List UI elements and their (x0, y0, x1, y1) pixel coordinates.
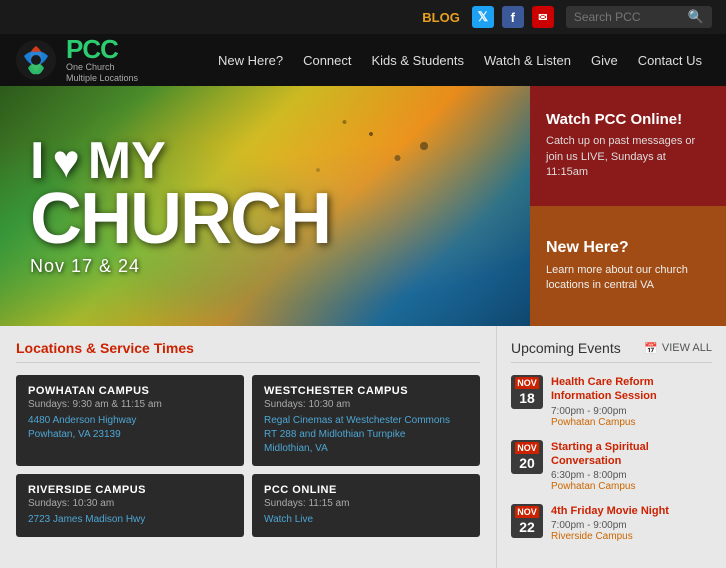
hero-side: Watch PCC Online! Catch up on past messa… (530, 86, 726, 326)
event-day: 22 (519, 518, 535, 536)
campus-times: Sundays: 11:15 am (264, 498, 468, 509)
top-bar: BLOG 𝕏 f ✉ 🔍 (0, 0, 726, 34)
campus-name: POWHATAN CAMPUS (28, 385, 232, 397)
event-info: Starting a Spiritual Conversation 6:30pm… (551, 440, 712, 493)
events-panel: Upcoming Events 📅 VIEW ALL NOV 18 Health… (496, 326, 726, 568)
event-time: 7:00pm - 9:00pm (551, 520, 669, 531)
facebook-icon[interactable]: f (502, 6, 524, 28)
event-title: 4th Friday Movie Night (551, 504, 669, 518)
campus-westchester: WESTCHESTER CAMPUS Sundays: 10:30 am Reg… (252, 375, 480, 466)
logo-icon (14, 38, 58, 82)
hero-dates: Nov 17 & 24 (30, 256, 500, 277)
logo-pcc: PCC (66, 36, 138, 62)
event-day: 18 (519, 389, 535, 407)
event-location: Powhatan Campus (551, 481, 712, 492)
campus-grid: POWHATAN CAMPUS Sundays: 9:30 am & 11:15… (16, 375, 480, 537)
hero-watch-online[interactable]: Watch PCC Online! Catch up on past messa… (530, 86, 726, 206)
search-box: 🔍 (566, 6, 712, 28)
campus-pcc-online: PCC ONLINE Sundays: 11:15 am Watch Live (252, 474, 480, 537)
event-month: NOV (515, 377, 539, 389)
email-icon[interactable]: ✉ (532, 6, 554, 28)
campus-times: Sundays: 10:30 am (28, 498, 232, 509)
event-item[interactable]: NOV 22 4th Friday Movie Night 7:00pm - 9… (511, 504, 712, 542)
locations-title: Locations & Service Times (16, 340, 480, 363)
hero-new-desc: Learn more about our church locations in… (546, 263, 710, 294)
logo-text: PCC One Church Multiple Locations (66, 36, 138, 84)
event-date-badge: NOV 18 (511, 375, 543, 409)
hero-watch-title: Watch PCC Online! (546, 111, 710, 128)
calendar-icon: 📅 (644, 342, 658, 355)
events-header: Upcoming Events 📅 VIEW ALL (511, 340, 712, 363)
nav-watch-listen[interactable]: Watch & Listen (474, 53, 581, 68)
view-all-link[interactable]: 📅 VIEW ALL (644, 342, 712, 355)
event-time: 6:30pm - 8:00pm (551, 470, 712, 481)
event-info: Health Care Reform Information Session 7… (551, 375, 712, 428)
campus-name: PCC ONLINE (264, 484, 468, 496)
campus-address: Regal Cinemas at Westchester CommonsRT 2… (264, 414, 468, 456)
hero-main: I ♥ MY CHURCH Nov 17 & 24 (0, 86, 530, 326)
campus-address[interactable]: Watch Live (264, 513, 468, 527)
campus-times: Sundays: 10:30 am (264, 399, 468, 410)
nav-give[interactable]: Give (581, 53, 628, 68)
nav-contact-us[interactable]: Contact Us (628, 53, 712, 68)
event-title: Health Care Reform Information Session (551, 375, 712, 404)
event-date-badge: NOV 22 (511, 504, 543, 538)
event-location: Riverside Campus (551, 531, 669, 542)
campus-address: 2723 James Madison Hwy (28, 513, 232, 527)
nav-connect[interactable]: Connect (293, 53, 361, 68)
event-date-badge: NOV 20 (511, 440, 543, 474)
twitter-icon[interactable]: 𝕏 (472, 6, 494, 28)
event-day: 20 (519, 454, 535, 472)
event-month: NOV (515, 442, 539, 454)
logo-subtitle: One Church Multiple Locations (66, 62, 138, 84)
hero-church: CHURCH (30, 187, 500, 252)
campus-name: RIVERSIDE CAMPUS (28, 484, 232, 496)
view-all-label: VIEW ALL (662, 342, 712, 354)
event-item[interactable]: NOV 18 Health Care Reform Information Se… (511, 375, 712, 428)
nav-new-here[interactable]: New Here? (208, 53, 293, 68)
event-location: Powhatan Campus (551, 417, 712, 428)
hero-new-here[interactable]: New Here? Learn more about our church lo… (530, 206, 726, 326)
hero-text: I ♥ MY CHURCH Nov 17 & 24 (30, 135, 500, 277)
main-nav: PCC One Church Multiple Locations New He… (0, 34, 726, 86)
events-title: Upcoming Events (511, 340, 621, 356)
nav-kids-students[interactable]: Kids & Students (362, 53, 475, 68)
hero-watch-desc: Catch up on past messages or join us LIV… (546, 134, 710, 180)
hero-section: I ♥ MY CHURCH Nov 17 & 24 Watch PCC Onli… (0, 86, 726, 326)
event-month: NOV (515, 506, 539, 518)
event-time: 7:00pm - 9:00pm (551, 406, 712, 417)
campus-riverside: RIVERSIDE CAMPUS Sundays: 10:30 am 2723 … (16, 474, 244, 537)
search-input[interactable] (574, 10, 684, 24)
campus-address: 4480 Anderson HighwayPowhatan, VA 23139 (28, 414, 232, 442)
search-icon[interactable]: 🔍 (688, 9, 704, 25)
logo-area: PCC One Church Multiple Locations (14, 36, 138, 84)
campus-powhatan: POWHATAN CAMPUS Sundays: 9:30 am & 11:15… (16, 375, 244, 466)
event-item[interactable]: NOV 20 Starting a Spiritual Conversation… (511, 440, 712, 493)
campus-times: Sundays: 9:30 am & 11:15 am (28, 399, 232, 410)
campus-name: WESTCHESTER CAMPUS (264, 385, 468, 397)
locations-panel: Locations & Service Times POWHATAN CAMPU… (0, 326, 496, 568)
lower-section: Locations & Service Times POWHATAN CAMPU… (0, 326, 726, 568)
nav-links: New Here? Connect Kids & Students Watch … (208, 53, 712, 68)
event-info: 4th Friday Movie Night 7:00pm - 9:00pm R… (551, 504, 669, 542)
hero-new-title: New Here? (546, 239, 710, 257)
social-icons: 𝕏 f ✉ (472, 6, 554, 28)
blog-link[interactable]: BLOG (422, 10, 460, 25)
event-title: Starting a Spiritual Conversation (551, 440, 712, 469)
hero-heart-icon: ♥ (52, 138, 79, 184)
